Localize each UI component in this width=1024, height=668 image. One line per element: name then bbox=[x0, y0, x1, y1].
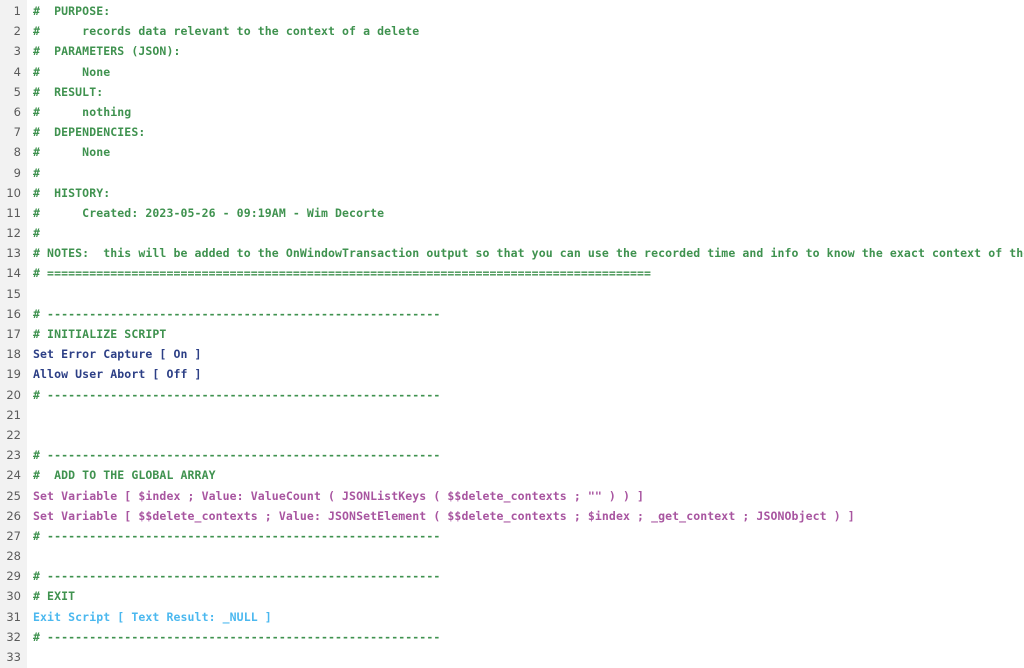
code-line[interactable]: 15 bbox=[0, 284, 1024, 304]
line-number: 17 bbox=[6, 327, 21, 341]
line-content[interactable]: Set Variable [ $$delete_contexts ; Value… bbox=[27, 506, 1024, 526]
line-number: 8 bbox=[13, 145, 21, 160]
line-content[interactable]: # Created: 2023-05-26 - 09:19AM - Wim De… bbox=[27, 203, 1024, 223]
code-line[interactable]: 27 # ------------------------------------… bbox=[0, 526, 1024, 546]
code-line-list: 1 # PURPOSE: 2 # records data relevant to t… bbox=[0, 0, 1024, 667]
code-line[interactable]: 18 Set Error Capture [ On ] bbox=[0, 344, 1024, 364]
line-number: 15 bbox=[6, 286, 21, 301]
code-line[interactable]: 24 # ADD TO THE GLOBAL ARRAY bbox=[0, 465, 1024, 485]
code-line[interactable]: 9 # bbox=[0, 163, 1024, 183]
line-content[interactable]: # --------------------------------------… bbox=[27, 627, 1024, 647]
line-number: 14 bbox=[6, 266, 21, 281]
line-content[interactable]: # ADD TO THE GLOBAL ARRAY bbox=[27, 465, 1024, 485]
line-number: 7 bbox=[13, 125, 21, 140]
line-number: 12 bbox=[6, 226, 21, 241]
line-content[interactable]: # --------------------------------------… bbox=[27, 445, 1024, 465]
line-number: 33 bbox=[6, 650, 21, 664]
line-content[interactable]: # INITIALIZE SCRIPT bbox=[27, 324, 1024, 344]
code-line[interactable]: 26 Set Variable [ $$delete_contexts ; Val… bbox=[0, 506, 1024, 526]
line-content[interactable]: # --------------------------------------… bbox=[27, 566, 1024, 586]
line-content[interactable]: # PARAMETERS (JSON): bbox=[27, 41, 1024, 61]
line-number: 11 bbox=[6, 205, 21, 220]
line-content[interactable]: # bbox=[27, 163, 1024, 183]
code-line[interactable]: 32 # ------------------------------------… bbox=[0, 627, 1024, 647]
line-content[interactable]: # records data relevant to the context o… bbox=[27, 21, 1024, 41]
code-line[interactable]: 29 # ------------------------------------… bbox=[0, 566, 1024, 586]
line-number: 29 bbox=[6, 569, 21, 584]
line-content[interactable]: # None bbox=[27, 142, 1024, 162]
line-number: 30 bbox=[6, 589, 21, 604]
code-line[interactable]: 11 # Created: 2023-05-26 - 09:19AM - Wim … bbox=[0, 203, 1024, 223]
line-number: 4 bbox=[13, 64, 21, 79]
code-line[interactable]: 12 # bbox=[0, 223, 1024, 243]
code-line[interactable]: 4 # None bbox=[0, 62, 1024, 82]
line-content[interactable]: # nothing bbox=[27, 102, 1024, 122]
code-line[interactable]: 3 # PARAMETERS (JSON): bbox=[0, 41, 1024, 61]
line-content[interactable]: # PURPOSE: bbox=[27, 1, 1024, 21]
code-editor-view: 1 # PURPOSE: 2 # records data relevant to t… bbox=[0, 0, 1024, 668]
line-content[interactable]: # bbox=[27, 223, 1024, 243]
line-content[interactable]: # EXIT bbox=[27, 586, 1024, 606]
line-number: 5 bbox=[13, 84, 21, 99]
line-number: 6 bbox=[13, 104, 21, 119]
code-line[interactable]: 20 # ------------------------------------… bbox=[0, 385, 1024, 405]
line-content[interactable]: # None bbox=[27, 62, 1024, 82]
line-number: 32 bbox=[6, 629, 21, 644]
line-number: 27 bbox=[6, 528, 21, 543]
code-line[interactable]: 21 bbox=[0, 405, 1024, 425]
code-line[interactable]: 25 Set Variable [ $index ; Value: ValueCo… bbox=[0, 486, 1024, 506]
line-number: 28 bbox=[6, 549, 21, 564]
code-line[interactable]: 23 # ------------------------------------… bbox=[0, 445, 1024, 465]
line-content[interactable]: # --------------------------------------… bbox=[27, 385, 1024, 405]
line-content[interactable]: # RESULT: bbox=[27, 82, 1024, 102]
code-line[interactable]: 8 # None bbox=[0, 142, 1024, 162]
line-number: 9 bbox=[13, 165, 21, 180]
line-number: 31 bbox=[6, 609, 21, 624]
line-content[interactable]: Set Variable [ $index ; Value: ValueCoun… bbox=[27, 486, 1024, 506]
line-number: 25 bbox=[6, 488, 21, 503]
line-content[interactable]: # DEPENDENCIES: bbox=[27, 122, 1024, 142]
line-content[interactable]: # --------------------------------------… bbox=[27, 304, 1024, 324]
line-content[interactable]: Allow User Abort [ Off ] bbox=[27, 364, 1024, 384]
code-line[interactable]: 13 # NOTES: this will be added to the OnW… bbox=[0, 243, 1024, 263]
line-number: 26 bbox=[6, 508, 21, 523]
line-number: 24 bbox=[6, 468, 21, 483]
code-line[interactable]: 17 # INITIALIZE SCRIPT bbox=[0, 324, 1024, 344]
line-number: 22 bbox=[6, 427, 21, 442]
code-line[interactable]: 2 # records data relevant to the context … bbox=[0, 21, 1024, 41]
code-line[interactable]: 33 bbox=[0, 647, 1024, 667]
line-number: 21 bbox=[6, 407, 21, 422]
line-number: 19 bbox=[6, 367, 21, 382]
code-line[interactable]: 31 Exit Script [ Text Result: _NULL ] bbox=[0, 607, 1024, 627]
line-number: 20 bbox=[6, 387, 21, 402]
line-number: 1 bbox=[13, 4, 21, 18]
line-content[interactable]: # --------------------------------------… bbox=[27, 526, 1024, 546]
code-line[interactable]: 5 # RESULT: bbox=[0, 82, 1024, 102]
line-content[interactable]: # NOTES: this will be added to the OnWin… bbox=[27, 243, 1024, 263]
code-line[interactable]: 16 # ------------------------------------… bbox=[0, 304, 1024, 324]
line-content[interactable]: Set Error Capture [ On ] bbox=[27, 344, 1024, 364]
code-line[interactable]: 6 # nothing bbox=[0, 102, 1024, 122]
line-number: 16 bbox=[6, 306, 21, 321]
line-number: 18 bbox=[6, 347, 21, 362]
code-line[interactable]: 14 # ====================================… bbox=[0, 263, 1024, 283]
code-line[interactable]: 22 bbox=[0, 425, 1024, 445]
line-content[interactable]: Exit Script [ Text Result: _NULL ] bbox=[27, 607, 1024, 627]
code-line[interactable]: 30 # EXIT bbox=[0, 586, 1024, 606]
line-number: 3 bbox=[13, 44, 21, 59]
code-line[interactable]: 1 # PURPOSE: bbox=[0, 1, 1024, 21]
line-number: 13 bbox=[6, 246, 21, 261]
code-line[interactable]: 19 Allow User Abort [ Off ] bbox=[0, 364, 1024, 384]
line-number: 23 bbox=[6, 448, 21, 463]
code-line[interactable]: 28 bbox=[0, 546, 1024, 566]
line-content[interactable]: # HISTORY: bbox=[27, 183, 1024, 203]
code-line[interactable]: 7 # DEPENDENCIES: bbox=[0, 122, 1024, 142]
code-line[interactable]: 10 # HISTORY: bbox=[0, 183, 1024, 203]
line-content[interactable]: # ======================================… bbox=[27, 263, 1024, 283]
line-number: 10 bbox=[6, 185, 21, 200]
line-number: 2 bbox=[13, 24, 21, 39]
